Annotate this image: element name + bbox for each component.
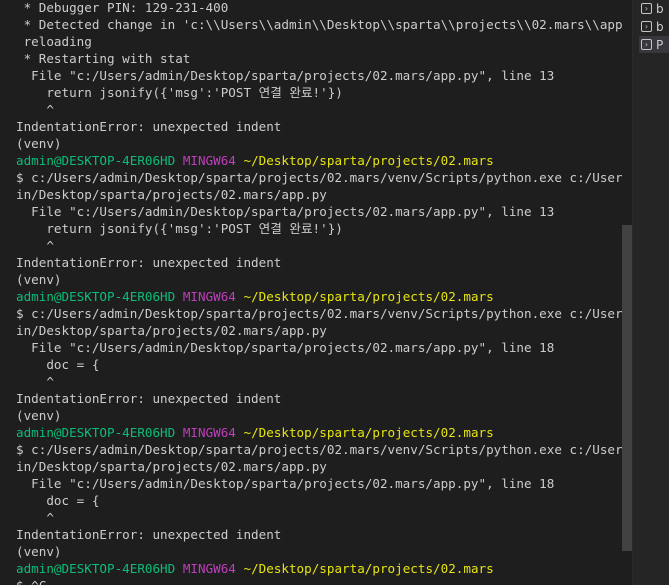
terminal-text: * Debugger PIN: 129-231-400 [16, 0, 229, 15]
terminal-text: doc = { [16, 493, 100, 508]
prompt-segment-green: admin@DESKTOP-4ER06HD [16, 153, 183, 168]
terminal-line: IndentationError: unexpected indent [16, 526, 622, 543]
terminal-line: File "c:/Users/admin/Desktop/sparta/proj… [16, 67, 622, 84]
terminal-text: * Restarting with stat [16, 51, 191, 66]
terminal-text: ^ [16, 238, 54, 253]
terminal-output[interactable]: * Debugger PIN: 129-231-400 * Detected c… [0, 0, 622, 585]
terminal-line: $ c:/Users/admin/Desktop/sparta/projects… [16, 169, 622, 186]
terminal-line: $ c:/Users/admin/Desktop/sparta/projects… [16, 305, 622, 322]
terminal-line: IndentationError: unexpected indent [16, 118, 622, 135]
terminal-text: File "c:/Users/admin/Desktop/sparta/proj… [16, 204, 555, 219]
terminal-text: ^ [16, 102, 54, 117]
prompt-segment-magenta: MINGW64 [182, 289, 244, 304]
terminal-tab-label: P [656, 37, 664, 52]
terminal-line: (venv) [16, 135, 622, 152]
terminal-text: reloading [16, 34, 92, 49]
prompt-segment-green: admin@DESKTOP-4ER06HD [16, 289, 183, 304]
terminal-line: (venv) [16, 407, 622, 424]
terminal-text: IndentationError: unexpected indent [16, 119, 282, 134]
terminal-line: File "c:/Users/admin/Desktop/sparta/proj… [16, 339, 622, 356]
terminal-line: in/Desktop/sparta/projects/02.mars/app.p… [16, 322, 622, 339]
terminal-tab-1[interactable]: › b [641, 0, 669, 17]
terminal-line: reloading [16, 33, 622, 50]
terminal-line: (venv) [16, 271, 622, 288]
terminal-line: doc = { [16, 492, 622, 509]
terminal-line: * Restarting with stat [16, 50, 622, 67]
terminal-tab-label: b [656, 1, 664, 16]
prompt-segment-yellow: ~/Desktop/sparta/projects/02.mars [243, 561, 494, 576]
terminal-line: ^ [16, 509, 622, 526]
terminal-line: ^ [16, 237, 622, 254]
terminal-text: in/Desktop/sparta/projects/02.mars/app.p… [16, 187, 327, 202]
terminal-text: File "c:/Users/admin/Desktop/sparta/proj… [16, 340, 555, 355]
terminal-text: $ c:/Users/admin/Desktop/sparta/projects… [16, 306, 622, 321]
terminal-line: ^ [16, 373, 622, 390]
terminal-lines: * Debugger PIN: 129-231-400 * Detected c… [16, 0, 622, 585]
prompt-segment-magenta: MINGW64 [182, 425, 244, 440]
terminal-text: IndentationError: unexpected indent [16, 255, 282, 270]
terminal-icon: › [641, 3, 652, 14]
terminal-line: admin@DESKTOP-4ER06HD MINGW64 ~/Desktop/… [16, 424, 622, 441]
terminal-line: IndentationError: unexpected indent [16, 254, 622, 271]
prompt-segment-magenta: MINGW64 [182, 153, 244, 168]
terminal-text: $ ^C [16, 578, 46, 585]
terminal-text: (venv) [16, 136, 62, 151]
terminal-text: return jsonify({'msg':'POST 연결 완료!'}) [16, 85, 343, 100]
terminal-tab-3-active[interactable]: › P [639, 36, 669, 53]
terminal-tab-2[interactable]: › b [641, 18, 669, 35]
terminal-text: ^ [16, 510, 54, 525]
terminal-line: return jsonify({'msg':'POST 연결 완료!'}) [16, 220, 622, 237]
vscode-terminal-window: * Debugger PIN: 129-231-400 * Detected c… [0, 0, 669, 585]
terminal-line: in/Desktop/sparta/projects/02.mars/app.p… [16, 186, 622, 203]
terminal-text: return jsonify({'msg':'POST 연결 완료!'}) [16, 221, 343, 236]
prompt-segment-green: admin@DESKTOP-4ER06HD [16, 425, 183, 440]
terminal-text: IndentationError: unexpected indent [16, 391, 282, 406]
terminal-text: in/Desktop/sparta/projects/02.mars/app.p… [16, 459, 327, 474]
terminal-line: admin@DESKTOP-4ER06HD MINGW64 ~/Desktop/… [16, 288, 622, 305]
prompt-segment-magenta: MINGW64 [182, 561, 244, 576]
terminal-line: return jsonify({'msg':'POST 연결 완료!'}) [16, 84, 622, 101]
terminal-icon: › [641, 21, 652, 32]
terminal-text: IndentationError: unexpected indent [16, 527, 282, 542]
terminal-line: * Detected change in 'c:\\Users\\admin\\… [16, 16, 622, 33]
terminal-text: (venv) [16, 408, 62, 423]
terminal-text: File "c:/Users/admin/Desktop/sparta/proj… [16, 476, 555, 491]
terminal-line: doc = { [16, 356, 622, 373]
terminal-text: $ c:/Users/admin/Desktop/sparta/projects… [16, 170, 622, 185]
terminal-line: $ c:/Users/admin/Desktop/sparta/projects… [16, 441, 622, 458]
prompt-segment-yellow: ~/Desktop/sparta/projects/02.mars [243, 289, 494, 304]
terminal-text: File "c:/Users/admin/Desktop/sparta/proj… [16, 68, 555, 83]
terminal-text: $ c:/Users/admin/Desktop/sparta/projects… [16, 442, 622, 457]
terminal-line: (venv) [16, 543, 622, 560]
terminal-text: (venv) [16, 272, 62, 287]
terminal-text: ^ [16, 374, 54, 389]
terminal-tab-label: b [656, 19, 664, 34]
terminal-line: admin@DESKTOP-4ER06HD MINGW64 ~/Desktop/… [16, 560, 622, 577]
terminal-line: File "c:/Users/admin/Desktop/sparta/proj… [16, 475, 622, 492]
terminal-line: IndentationError: unexpected indent [16, 390, 622, 407]
terminal-line: ^ [16, 101, 622, 118]
terminal-text: doc = { [16, 357, 100, 372]
terminal-scrollbar-thumb[interactable] [622, 225, 632, 551]
terminal-line: $ ^C [16, 577, 622, 585]
prompt-segment-green: admin@DESKTOP-4ER06HD [16, 561, 183, 576]
terminal-line: admin@DESKTOP-4ER06HD MINGW64 ~/Desktop/… [16, 152, 622, 169]
terminal-text: * Detected change in 'c:\\Users\\admin\\… [16, 17, 622, 32]
prompt-segment-yellow: ~/Desktop/sparta/projects/02.mars [243, 153, 494, 168]
terminal-tabs-panel: › b › b › P [632, 0, 669, 585]
prompt-segment-yellow: ~/Desktop/sparta/projects/02.mars [243, 425, 494, 440]
terminal-line: in/Desktop/sparta/projects/02.mars/app.p… [16, 458, 622, 475]
terminal-text: (venv) [16, 544, 62, 559]
terminal-icon: › [641, 39, 652, 50]
terminal-text: in/Desktop/sparta/projects/02.mars/app.p… [16, 323, 327, 338]
terminal-line: * Debugger PIN: 129-231-400 [16, 0, 622, 16]
terminal-line: File "c:/Users/admin/Desktop/sparta/proj… [16, 203, 622, 220]
